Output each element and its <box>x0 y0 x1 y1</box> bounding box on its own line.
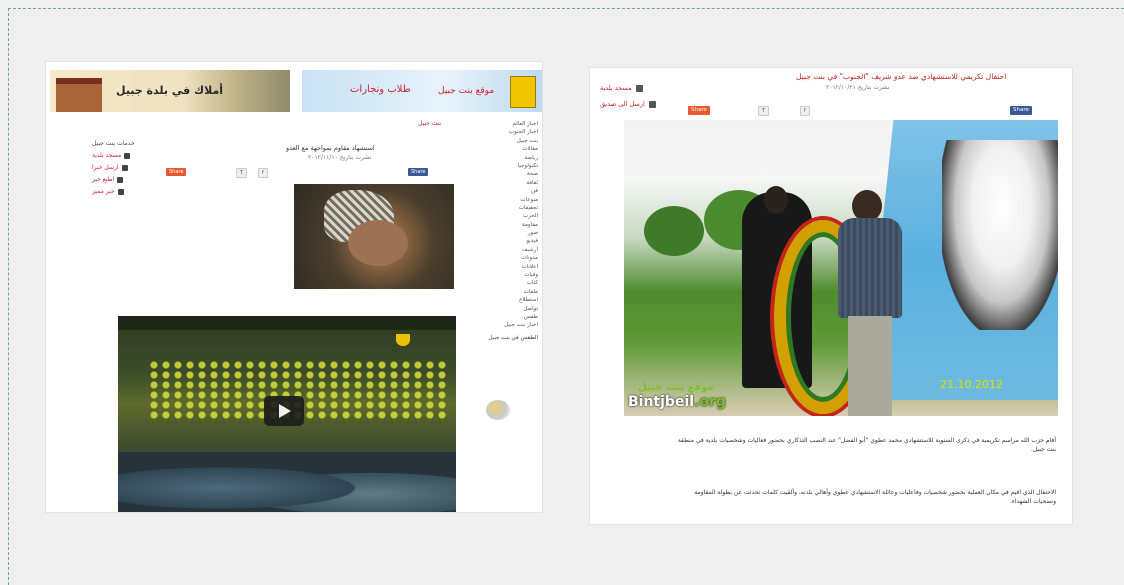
print-icon <box>635 84 643 92</box>
share-button-orange[interactable]: Share <box>688 106 710 115</box>
photo-shirt <box>838 218 902 318</box>
photo-portrait <box>942 140 1058 330</box>
menu-item[interactable]: فن <box>464 187 542 195</box>
menu-item[interactable]: صور <box>464 229 542 237</box>
menu-item[interactable]: أرشيف <box>464 246 542 254</box>
menu-item[interactable]: تواصل <box>464 305 542 313</box>
article-meta: نشرت بتاريخ ٢٠١٢/١١/١٠ <box>308 154 372 161</box>
banner2-sub: طلاب ونجارات <box>350 84 411 95</box>
category-menu: اخبار العالم اخبار الجنوب بنت جبيل مقالا… <box>464 120 542 342</box>
menu-item[interactable]: اخبار العالم <box>464 120 542 128</box>
print-icon <box>124 152 131 159</box>
photo-date: 21.10.2012 <box>940 378 1003 391</box>
print-label: مسجد بلدية <box>600 84 632 92</box>
menu-item[interactable]: اخبار بنت جبيل <box>464 321 542 329</box>
menu-item[interactable]: تكنولوجيا <box>464 162 542 170</box>
side-item-3[interactable]: اطبع خبر <box>92 176 124 183</box>
mail-icon <box>648 100 656 108</box>
breadcrumb[interactable]: بنت جبيل <box>418 120 441 127</box>
side-item-4[interactable]: خبر مميز <box>92 188 124 195</box>
menu-item[interactable]: كتاب <box>464 279 542 287</box>
channel-logo-icon <box>396 334 410 346</box>
like-button[interactable]: f <box>800 106 810 116</box>
article-photo <box>294 184 454 289</box>
left-screenshot: أملاك في بلدة جبيل طلاب ونجارات موقع بنت… <box>46 62 542 512</box>
side-item-label: اطبع خبر <box>92 176 115 183</box>
article-paragraph-2: الاحتفال الذي اقيم في مكان العملية بحضور… <box>694 489 1056 505</box>
menu-item[interactable]: استطلاع <box>464 296 542 304</box>
menu-item[interactable]: اخبار الجنوب <box>464 128 542 136</box>
banner2-site: موقع بنت جبيل <box>438 86 495 96</box>
weather-heading: الطقس في بنت جبيل <box>488 334 538 341</box>
video-top-bar <box>118 316 456 330</box>
video-rocks <box>118 452 456 512</box>
article-meta: نشرت بتاريخ ٢٠١٢/١٠/٢١ <box>826 84 890 91</box>
house-icon <box>56 78 102 112</box>
side-heading: خدمات بنت جبيل <box>92 140 135 147</box>
menu-item[interactable]: فيديو <box>464 237 542 245</box>
banner-real-estate[interactable]: أملاك في بلدة جبيل <box>50 70 290 112</box>
menu-item[interactable]: بنت جبيل <box>464 137 542 145</box>
photo-tree <box>644 206 704 256</box>
menu-item[interactable]: مقاومة <box>464 221 542 229</box>
facebook-share-button[interactable]: Share <box>1010 106 1032 115</box>
side-item-label: مسجد بلدية <box>92 152 122 159</box>
site-banner[interactable]: طلاب ونجارات موقع بنت جبيل <box>302 70 542 112</box>
menu-item[interactable]: مقالات <box>464 145 542 153</box>
share-button-orange[interactable]: Share <box>166 168 187 176</box>
menu-item[interactable]: ملفات <box>464 288 542 296</box>
menu-item[interactable]: صحة <box>464 170 542 178</box>
menu-item[interactable]: ثقافة <box>464 179 542 187</box>
tweet-button[interactable]: T <box>758 106 770 116</box>
print-button[interactable]: مسجد بلدية <box>600 84 643 92</box>
right-screenshot: احتفال تكريمي للاستشهادي ضد عدو شريف "ال… <box>590 68 1072 524</box>
article-paragraph-1: أقام حزب الله مراسم تكريمية في ذكرى السن… <box>677 437 1056 453</box>
menu-item[interactable]: رياضة <box>464 154 542 162</box>
banner1-text: أملاك في بلدة جبيل <box>116 84 224 97</box>
watermark-en: Bintjbeil.org <box>628 394 726 410</box>
side-item-label: ارسل خبرا <box>92 164 119 171</box>
send-to-friend-button[interactable]: ارسل الى صديق <box>600 100 656 108</box>
side-item-label: خبر مميز <box>92 188 115 195</box>
photo-pants <box>848 316 892 416</box>
services-sidebar: خدمات بنت جبيل مسجد بلدية ارسل خبرا اطبع… <box>46 132 156 222</box>
article-title: ﺍﺳﺘﺸﻬﺎﺩ ﻣﻘﺎﻭﻡ ﺑﻤﻮﺍﺟﻬﺔ ﻣﻊ ﺍﻟﻌﺪﻭ <box>286 144 375 152</box>
play-icon[interactable] <box>264 396 304 426</box>
menu-item[interactable]: تحقيقات <box>464 204 542 212</box>
tweet-button[interactable]: T <box>236 168 248 178</box>
video-player[interactable] <box>118 316 456 512</box>
star-icon <box>117 188 124 195</box>
print-icon <box>117 176 124 183</box>
menu-item[interactable]: الحرب <box>464 212 542 220</box>
facebook-share-button[interactable]: Share <box>408 168 429 176</box>
photo-face <box>348 220 408 266</box>
menu-item[interactable]: وفيات <box>464 271 542 279</box>
menu-item[interactable]: منوعات <box>464 196 542 204</box>
side-item-1[interactable]: مسجد بلدية <box>92 152 131 159</box>
weather-icon <box>486 400 510 420</box>
watermark-tld: .org <box>694 394 726 410</box>
menu-item[interactable]: مدونات <box>464 254 542 262</box>
menu-item[interactable]: طقس <box>464 313 542 321</box>
site-watermark: موقع بنت جبيل Bintjbeil.org <box>628 382 748 412</box>
watermark-ar: موقع بنت جبيل <box>638 382 714 393</box>
menu-item[interactable]: اعلانات <box>464 263 542 271</box>
watermark-name: Bintjbeil <box>628 394 695 410</box>
photo-man <box>832 190 908 416</box>
memorial-photo: 21.10.2012 موقع بنت جبيل Bintjbeil.org <box>624 120 1058 416</box>
article-title: احتفال تكريمي للاستشهادي ضد عدو شريف "ال… <box>796 72 1007 81</box>
photo-head <box>764 186 788 214</box>
send-label: ارسل الى صديق <box>600 100 645 108</box>
mail-icon <box>121 164 128 171</box>
side-item-2[interactable]: ارسل خبرا <box>92 164 128 171</box>
logo-icon <box>510 76 536 108</box>
like-button[interactable]: f <box>258 168 268 178</box>
